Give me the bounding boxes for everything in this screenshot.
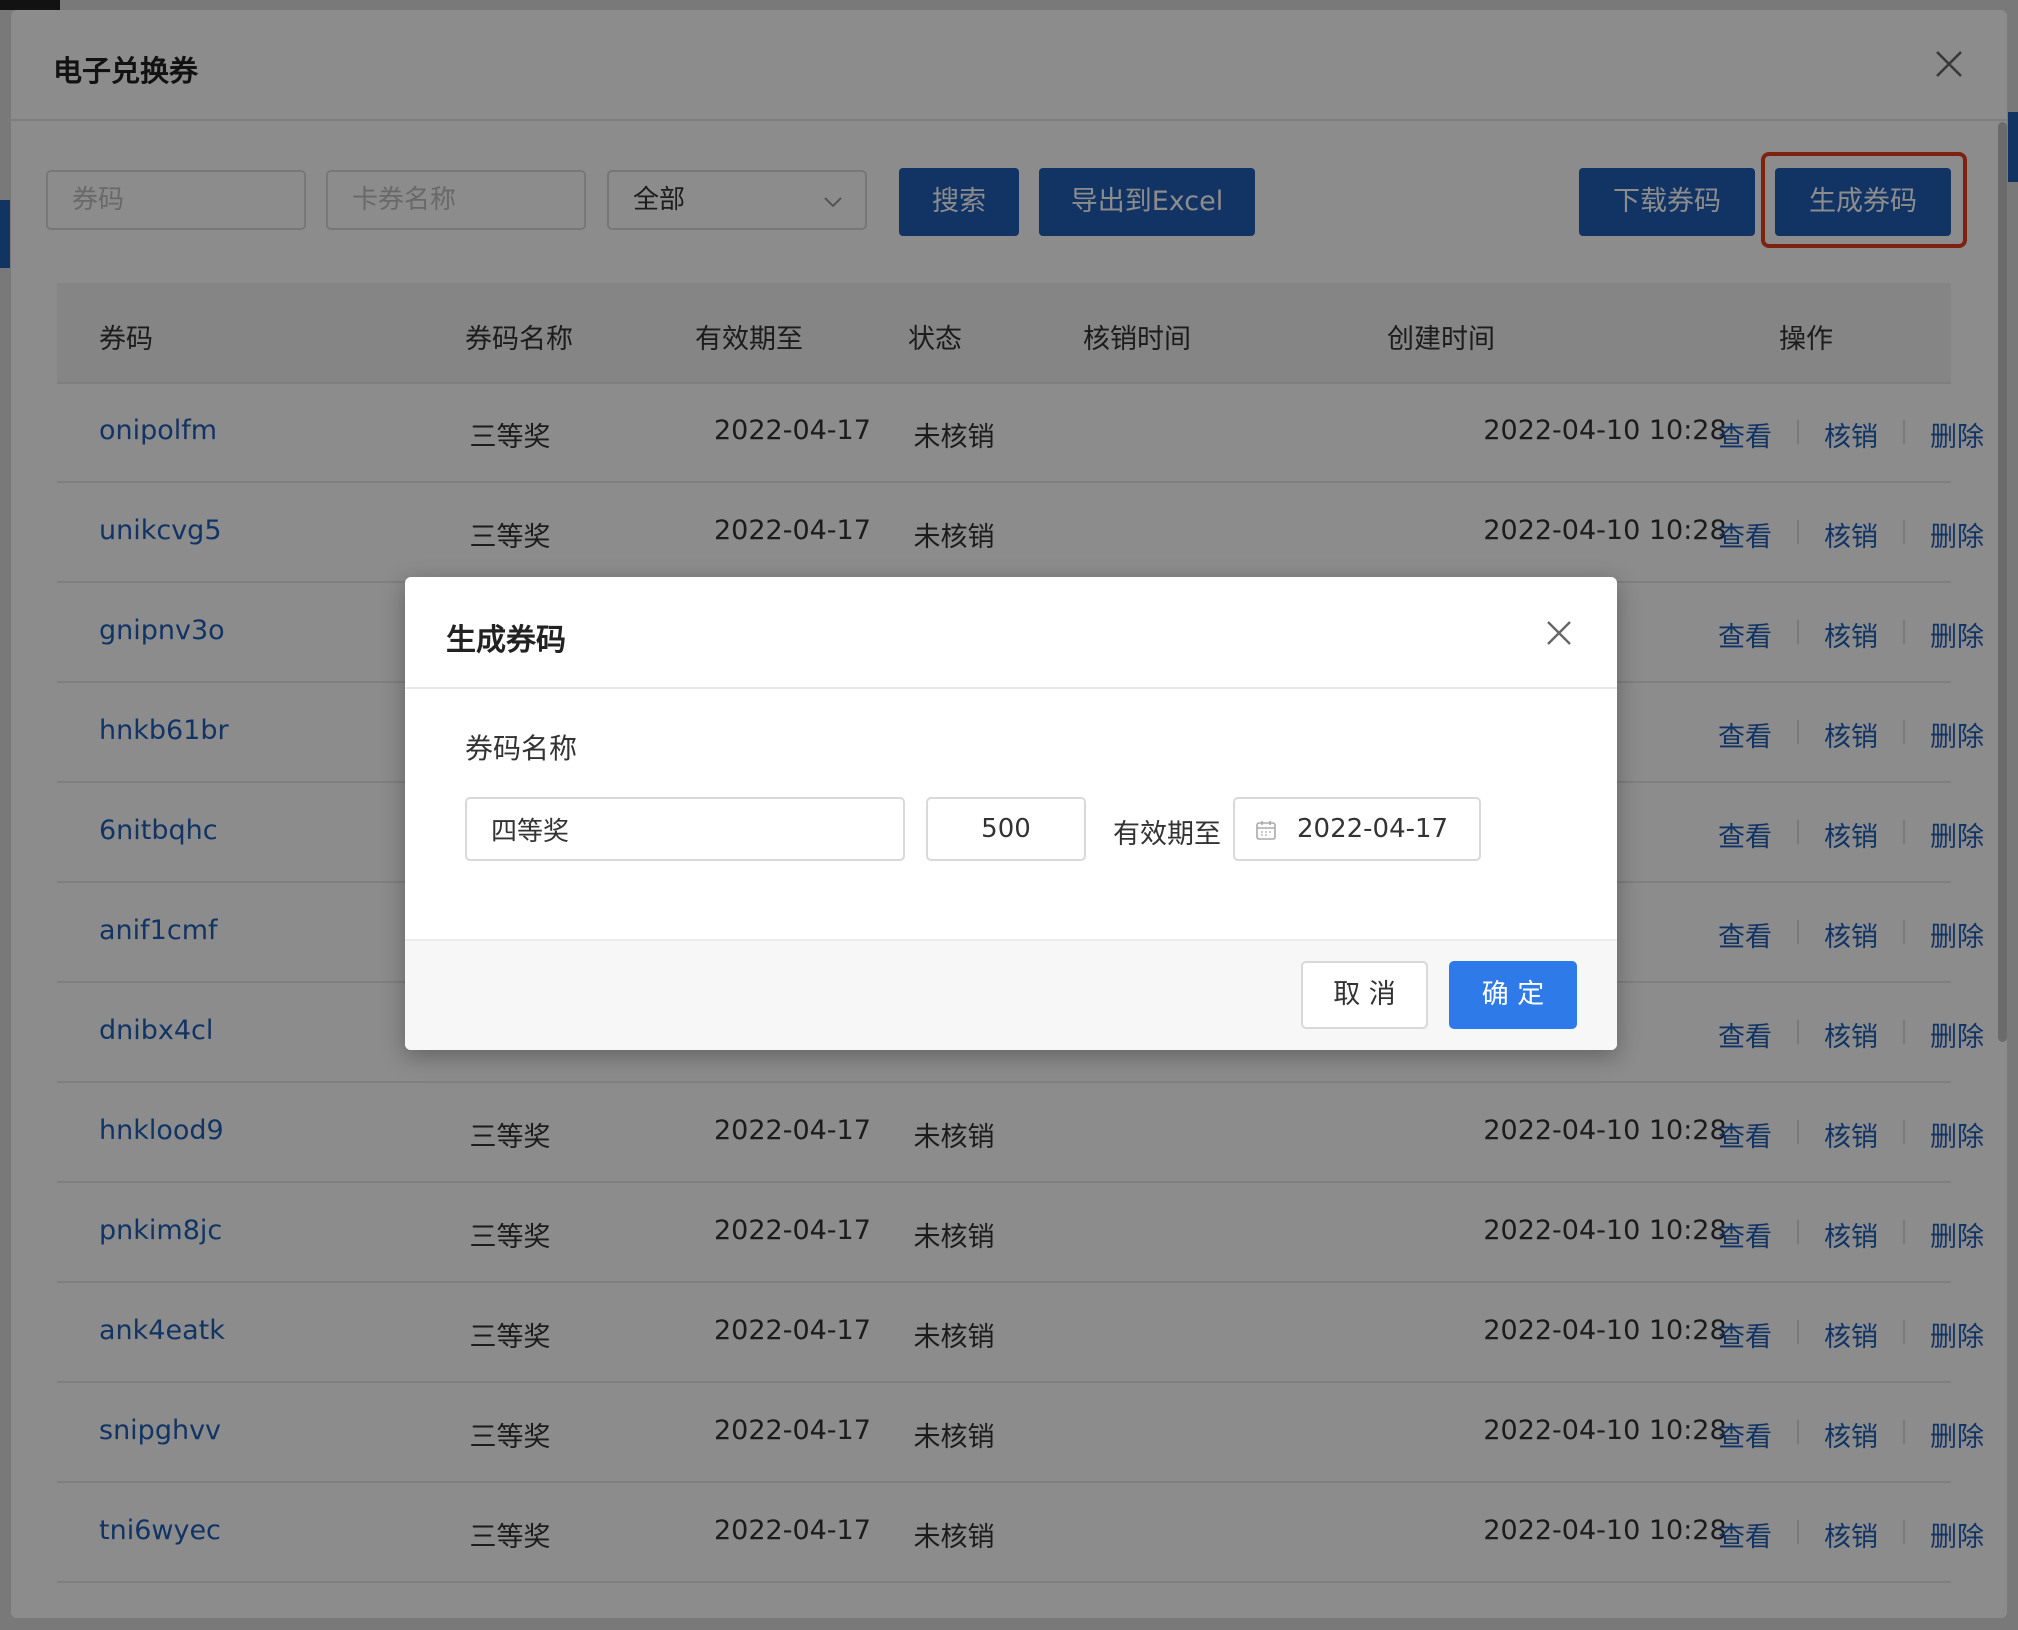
quantity-input[interactable] [926,797,1086,861]
calendar-icon [1256,821,1276,840]
modal-header: 生成券码 [405,577,1617,689]
code-name-input[interactable] [465,797,905,861]
generate-codes-modal: 生成券码 券码名称 有效期至 2022-04-17 取 消 确 定 [405,577,1617,1050]
modal-footer: 取 消 确 定 [405,939,1617,1050]
confirm-button[interactable]: 确 定 [1449,961,1577,1029]
expiry-date-value: 2022-04-17 [1297,814,1449,844]
expiry-label: 有效期至 [1113,819,1221,850]
code-name-label: 券码名称 [465,732,578,765]
close-icon[interactable] [1543,617,1575,649]
expiry-date-picker[interactable]: 2022-04-17 [1233,797,1481,861]
modal-title: 生成券码 [446,623,566,658]
cancel-button[interactable]: 取 消 [1301,961,1428,1029]
